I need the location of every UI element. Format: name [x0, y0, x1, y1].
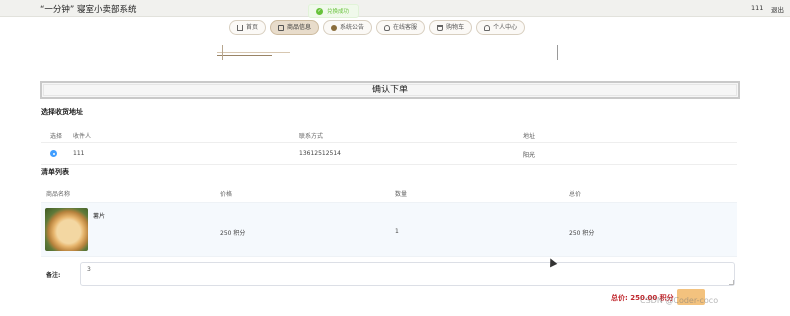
phone-cell: 13612512514 [299, 150, 341, 157]
nav-item-label: 首页 [246, 24, 259, 31]
nav-item-label: 个人中心 [493, 24, 518, 31]
recipient-cell: 111 [73, 150, 85, 157]
nav-item-profile[interactable]: 个人中心 [476, 20, 526, 35]
cart-icon [437, 24, 444, 31]
resize-grip-icon[interactable] [729, 280, 734, 285]
nav-item-support[interactable]: 在线客服 [376, 20, 426, 35]
home-icon [237, 24, 243, 31]
logout-link[interactable]: 退出 [771, 4, 784, 14]
top-bar: “一分钟” 寝室小卖部系统 111 退出 [0, 0, 790, 17]
address-radio[interactable] [50, 150, 57, 157]
price-cell: 250 积分 [220, 230, 246, 237]
app-title: “一分钟” 寝室小卖部系统 [40, 5, 137, 15]
nav-item-cart[interactable]: 购物车 [429, 20, 473, 35]
column-header: 数量 [395, 191, 408, 198]
watermark: CSDN @Coder-coco [640, 296, 719, 305]
bell-icon [331, 24, 338, 31]
table-header: 商品名称 价格 数量 总价 [41, 185, 737, 202]
user-icon [484, 24, 491, 31]
column-header: 总价 [569, 191, 582, 198]
total-cell: 250 积分 [569, 230, 595, 237]
column-header: 地址 [523, 133, 536, 140]
headset-icon [384, 24, 391, 31]
user-name: 111 [751, 4, 764, 12]
decorative-line [217, 55, 272, 56]
remark-label: 备注: [46, 272, 61, 279]
decorative-line [217, 52, 290, 53]
main-nav: 首页 商品信息 系统公告 在线客服 购物车 个人中心 [229, 20, 526, 35]
column-header: 收件人 [73, 133, 92, 140]
check-circle-icon: ✓ [316, 7, 323, 15]
goods-section-title: 清单列表 [41, 168, 69, 176]
toast-message: 兑换成功 [327, 9, 350, 15]
nav-item-home[interactable]: 首页 [229, 20, 267, 35]
product-image [45, 208, 88, 251]
confirm-order-button[interactable]: 确认下单 [40, 81, 740, 99]
quantity-cell: 1 [395, 228, 399, 235]
address-table: 选择 收件人 联系方式 地址 111 13612512514 阳光 [41, 125, 737, 165]
decorative-mark [222, 45, 223, 60]
table-row: 薯片 250 积分 1 250 积分 [41, 202, 737, 257]
column-header: 选择 [50, 133, 63, 140]
column-header: 联系方式 [299, 133, 324, 140]
nav-item-label: 系统公告 [340, 24, 365, 31]
table-row[interactable]: 111 13612512514 阳光 [41, 143, 737, 165]
address-cell: 阳光 [523, 152, 536, 159]
nav-item-label: 在线客服 [393, 24, 418, 31]
nav-item-label: 购物车 [446, 24, 465, 31]
column-header: 价格 [220, 191, 233, 198]
remark-field[interactable]: 3 [80, 262, 735, 286]
product-name: 薯片 [93, 213, 106, 220]
nav-item-announcements[interactable]: 系统公告 [323, 20, 373, 35]
address-section-title: 选择收货地址 [41, 108, 83, 116]
column-header: 商品名称 [46, 191, 71, 198]
decorative-mark [557, 45, 558, 60]
nav-item-label: 商品信息 [287, 24, 312, 31]
table-header: 选择 收件人 联系方式 地址 [41, 125, 737, 143]
success-toast: ✓ 兑换成功 [308, 4, 360, 18]
nav-item-products[interactable]: 商品信息 [270, 20, 320, 35]
bag-icon [278, 24, 285, 31]
